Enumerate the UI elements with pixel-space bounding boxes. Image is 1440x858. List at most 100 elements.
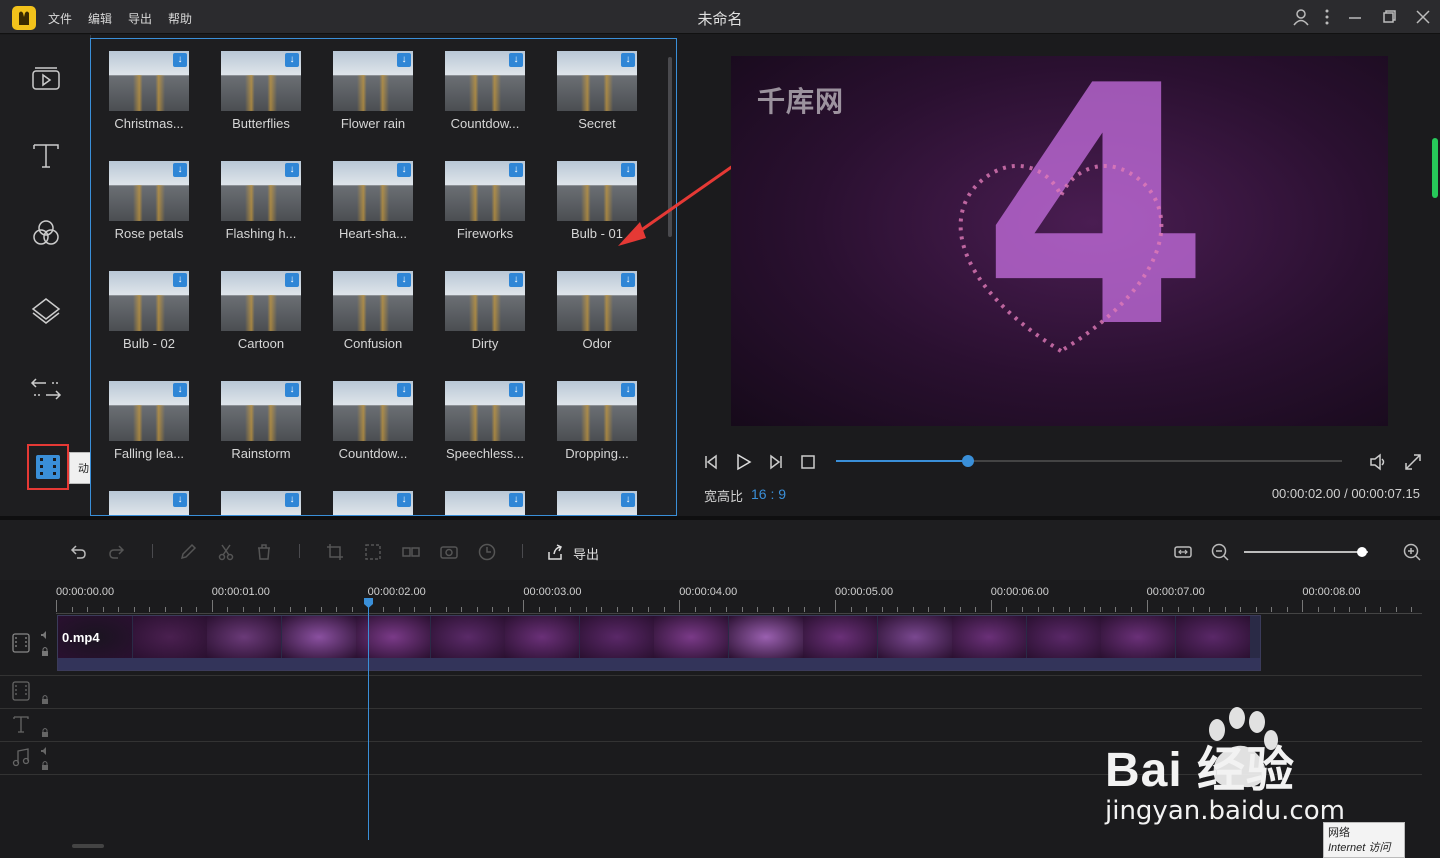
export-icon [548, 544, 563, 560]
lock-icon[interactable] [40, 760, 50, 770]
ruler-tick [1131, 607, 1133, 612]
ruler-tick [398, 607, 400, 612]
ruler-tick [803, 607, 805, 612]
lock-icon[interactable] [40, 646, 50, 656]
ruler-tick [1349, 607, 1351, 612]
ruler-tick [1084, 607, 1086, 612]
ruler-tick [632, 607, 634, 612]
stop-icon[interactable] [798, 452, 818, 472]
ruler-tick [180, 607, 182, 612]
undo-button[interactable] [68, 542, 88, 562]
lock-icon[interactable] [40, 694, 50, 704]
ruler-tick [383, 607, 385, 612]
ruler-tick [835, 600, 836, 612]
network-status: Internet 访问 [1328, 842, 1391, 854]
ruler-tick [679, 600, 681, 612]
ruler-tick [819, 607, 821, 612]
aspect-ratio-value[interactable]: 16 : 9 [751, 486, 786, 502]
prev-frame-icon[interactable] [702, 452, 722, 472]
delete-button[interactable] [254, 542, 274, 562]
ruler-tick [1146, 600, 1148, 612]
ruler-tick [1380, 607, 1382, 612]
clip-name: 0.mp4 [62, 630, 100, 645]
timeline-ruler[interactable]: 00:00:00.00 00:00:01.00 00:00:02.00 00:00:0… [56, 580, 1422, 614]
zoom-slider[interactable] [1244, 547, 1368, 557]
ruler-tick [211, 600, 213, 612]
ruler-tick [196, 607, 198, 612]
volume-small-icon[interactable] [40, 746, 50, 756]
playhead[interactable] [368, 600, 369, 840]
export-label[interactable]: 导出 [573, 544, 599, 563]
cut-button[interactable] [216, 542, 236, 562]
crop-button[interactable] [325, 542, 345, 562]
music-icon [12, 748, 30, 767]
volume-small-icon[interactable] [40, 630, 50, 640]
volume-icon[interactable] [1368, 452, 1388, 472]
lock-icon[interactable] [40, 727, 50, 737]
ruler-tick [165, 607, 167, 612]
export-button[interactable] [545, 542, 565, 562]
edit-button[interactable] [178, 542, 198, 562]
next-frame-icon[interactable] [765, 452, 785, 472]
ruler-tick [227, 607, 229, 612]
undo-icon [70, 545, 86, 559]
ruler-tick [1333, 607, 1335, 612]
progress-knob[interactable] [961, 455, 974, 467]
duration-button[interactable] [477, 542, 497, 562]
clip-frame [579, 616, 654, 658]
clip-frame [654, 616, 728, 658]
ruler-tick [1162, 607, 1164, 612]
ruler-tick [570, 607, 572, 612]
clip-frame [1026, 616, 1101, 658]
ruler-tick [1053, 607, 1055, 612]
aspect-ratio-label: 宽高比 [704, 489, 744, 504]
pencil-icon [180, 543, 197, 560]
crop-icon [327, 544, 343, 560]
ruler-tick [1395, 607, 1397, 612]
ruler-tick [336, 607, 338, 612]
ruler-tick [959, 607, 961, 612]
zoom-out-button[interactable] [1210, 542, 1230, 562]
ruler-tick [1099, 607, 1101, 612]
ruler-tick [694, 607, 696, 612]
mosaic-button[interactable] [401, 542, 421, 562]
ruler-tick [741, 607, 743, 612]
ruler-tick-label: 00:00:08.00 [1302, 586, 1361, 598]
film-icon [12, 633, 30, 653]
zoom-knob[interactable] [1356, 547, 1367, 557]
ruler-tick [663, 607, 665, 612]
fullscreen-icon[interactable] [1403, 452, 1423, 472]
text-icon [13, 716, 29, 733]
ruler-tick [1037, 607, 1039, 612]
fit-button[interactable] [1173, 542, 1193, 562]
clip-frame [281, 616, 356, 658]
preview-video[interactable]: 4 千库网 [731, 56, 1388, 426]
zoom-in-button[interactable] [1402, 542, 1422, 562]
ruler-tick [1021, 607, 1023, 612]
redo-button[interactable] [107, 542, 127, 562]
resize-button[interactable] [363, 542, 383, 562]
play-icon[interactable] [733, 452, 753, 472]
ruler-tick [1302, 600, 1304, 612]
vertical-scrollbar[interactable] [1432, 138, 1438, 198]
ruler-tick [1271, 607, 1273, 612]
video-clip[interactable]: 0.mp4 [57, 615, 1261, 671]
scissors-icon [218, 544, 234, 561]
ruler-tick [476, 607, 478, 612]
toolbar-separator [299, 544, 300, 558]
ruler-tick-label: 00:00:03.00 [523, 586, 582, 598]
ruler-tick [1224, 607, 1226, 612]
clip-audio-bar [58, 658, 1260, 670]
ruler-tick-label: 00:00:01.00 [211, 586, 270, 598]
ruler-tick [461, 607, 463, 612]
clip-frame [207, 616, 281, 658]
ruler-tick [850, 607, 852, 612]
network-title: 网络 [1328, 827, 1350, 839]
progress-fill [836, 460, 968, 462]
horizontal-scrollbar[interactable] [72, 844, 104, 848]
ruler-tick-label: 00:00:06.00 [990, 586, 1049, 598]
freeze-button[interactable] [439, 542, 459, 562]
clip-frame [952, 616, 1026, 658]
zoom-in-icon [1403, 543, 1421, 561]
playback-progress[interactable] [836, 455, 1342, 467]
